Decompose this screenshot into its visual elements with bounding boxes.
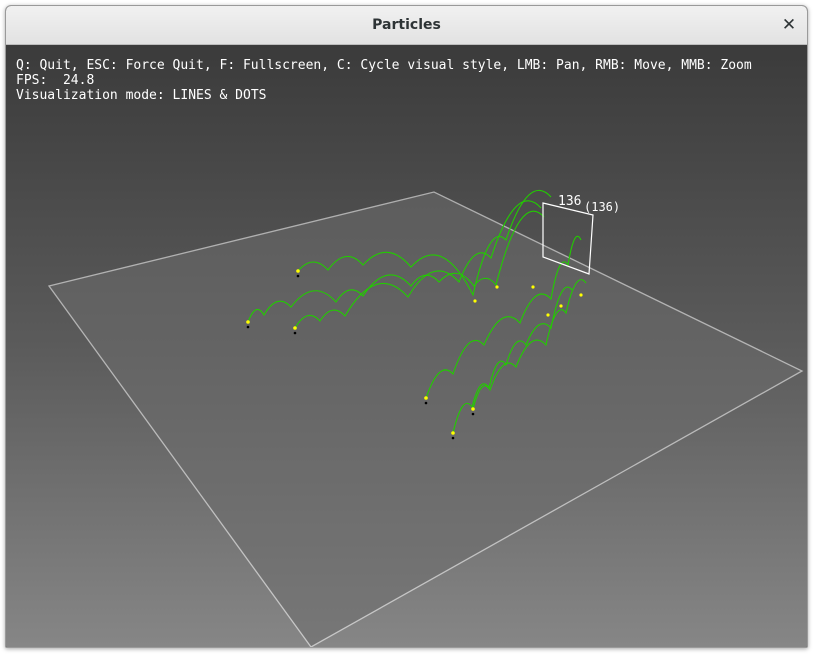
particle-shadow (246, 325, 250, 329)
particle-shadow (296, 274, 300, 278)
particle-count-total: (136) (584, 200, 620, 214)
particle-dot (296, 269, 300, 273)
close-icon: ✕ (781, 15, 797, 35)
hud-overlay: Q: Quit, ESC: Force Quit, F: Fullscreen,… (16, 58, 752, 103)
particle-dot (471, 407, 475, 411)
particle-shadow (424, 401, 428, 405)
particle-dot (451, 431, 455, 435)
app-window: Particles ✕ 136 (136) Q: Quit, ESC: Forc… (5, 5, 808, 648)
particle-dot (473, 299, 477, 303)
floor-plane (47, 191, 804, 647)
particle-shadow (293, 331, 297, 335)
close-button[interactable]: ✕ (777, 13, 801, 37)
title-bar[interactable]: Particles ✕ (6, 6, 807, 45)
mode-value: LINES & DOTS (172, 88, 267, 103)
particle-dot (246, 320, 250, 324)
window-title: Particles (372, 17, 441, 33)
fps-label: FPS: (16, 73, 48, 88)
fps-value: 24.8 (62, 73, 95, 88)
render-viewport[interactable]: 136 (136) Q: Quit, ESC: Force Quit, F: F… (6, 45, 807, 647)
particle-dot (579, 293, 583, 297)
particle-scene[interactable]: 136 (136) (6, 45, 807, 647)
particle-dot (495, 285, 499, 289)
particle-shadow (471, 412, 475, 416)
particle-shadow (451, 436, 455, 440)
particle-dot (546, 313, 550, 317)
mode-label: Visualization mode: (16, 88, 165, 103)
particle-dot (293, 326, 297, 330)
controls-help: Q: Quit, ESC: Force Quit, F: Fullscreen,… (16, 58, 752, 73)
particle-dot (531, 285, 535, 289)
particle-dot (559, 304, 563, 308)
particle-count: 136 (558, 194, 581, 209)
particle-dot (424, 396, 428, 400)
